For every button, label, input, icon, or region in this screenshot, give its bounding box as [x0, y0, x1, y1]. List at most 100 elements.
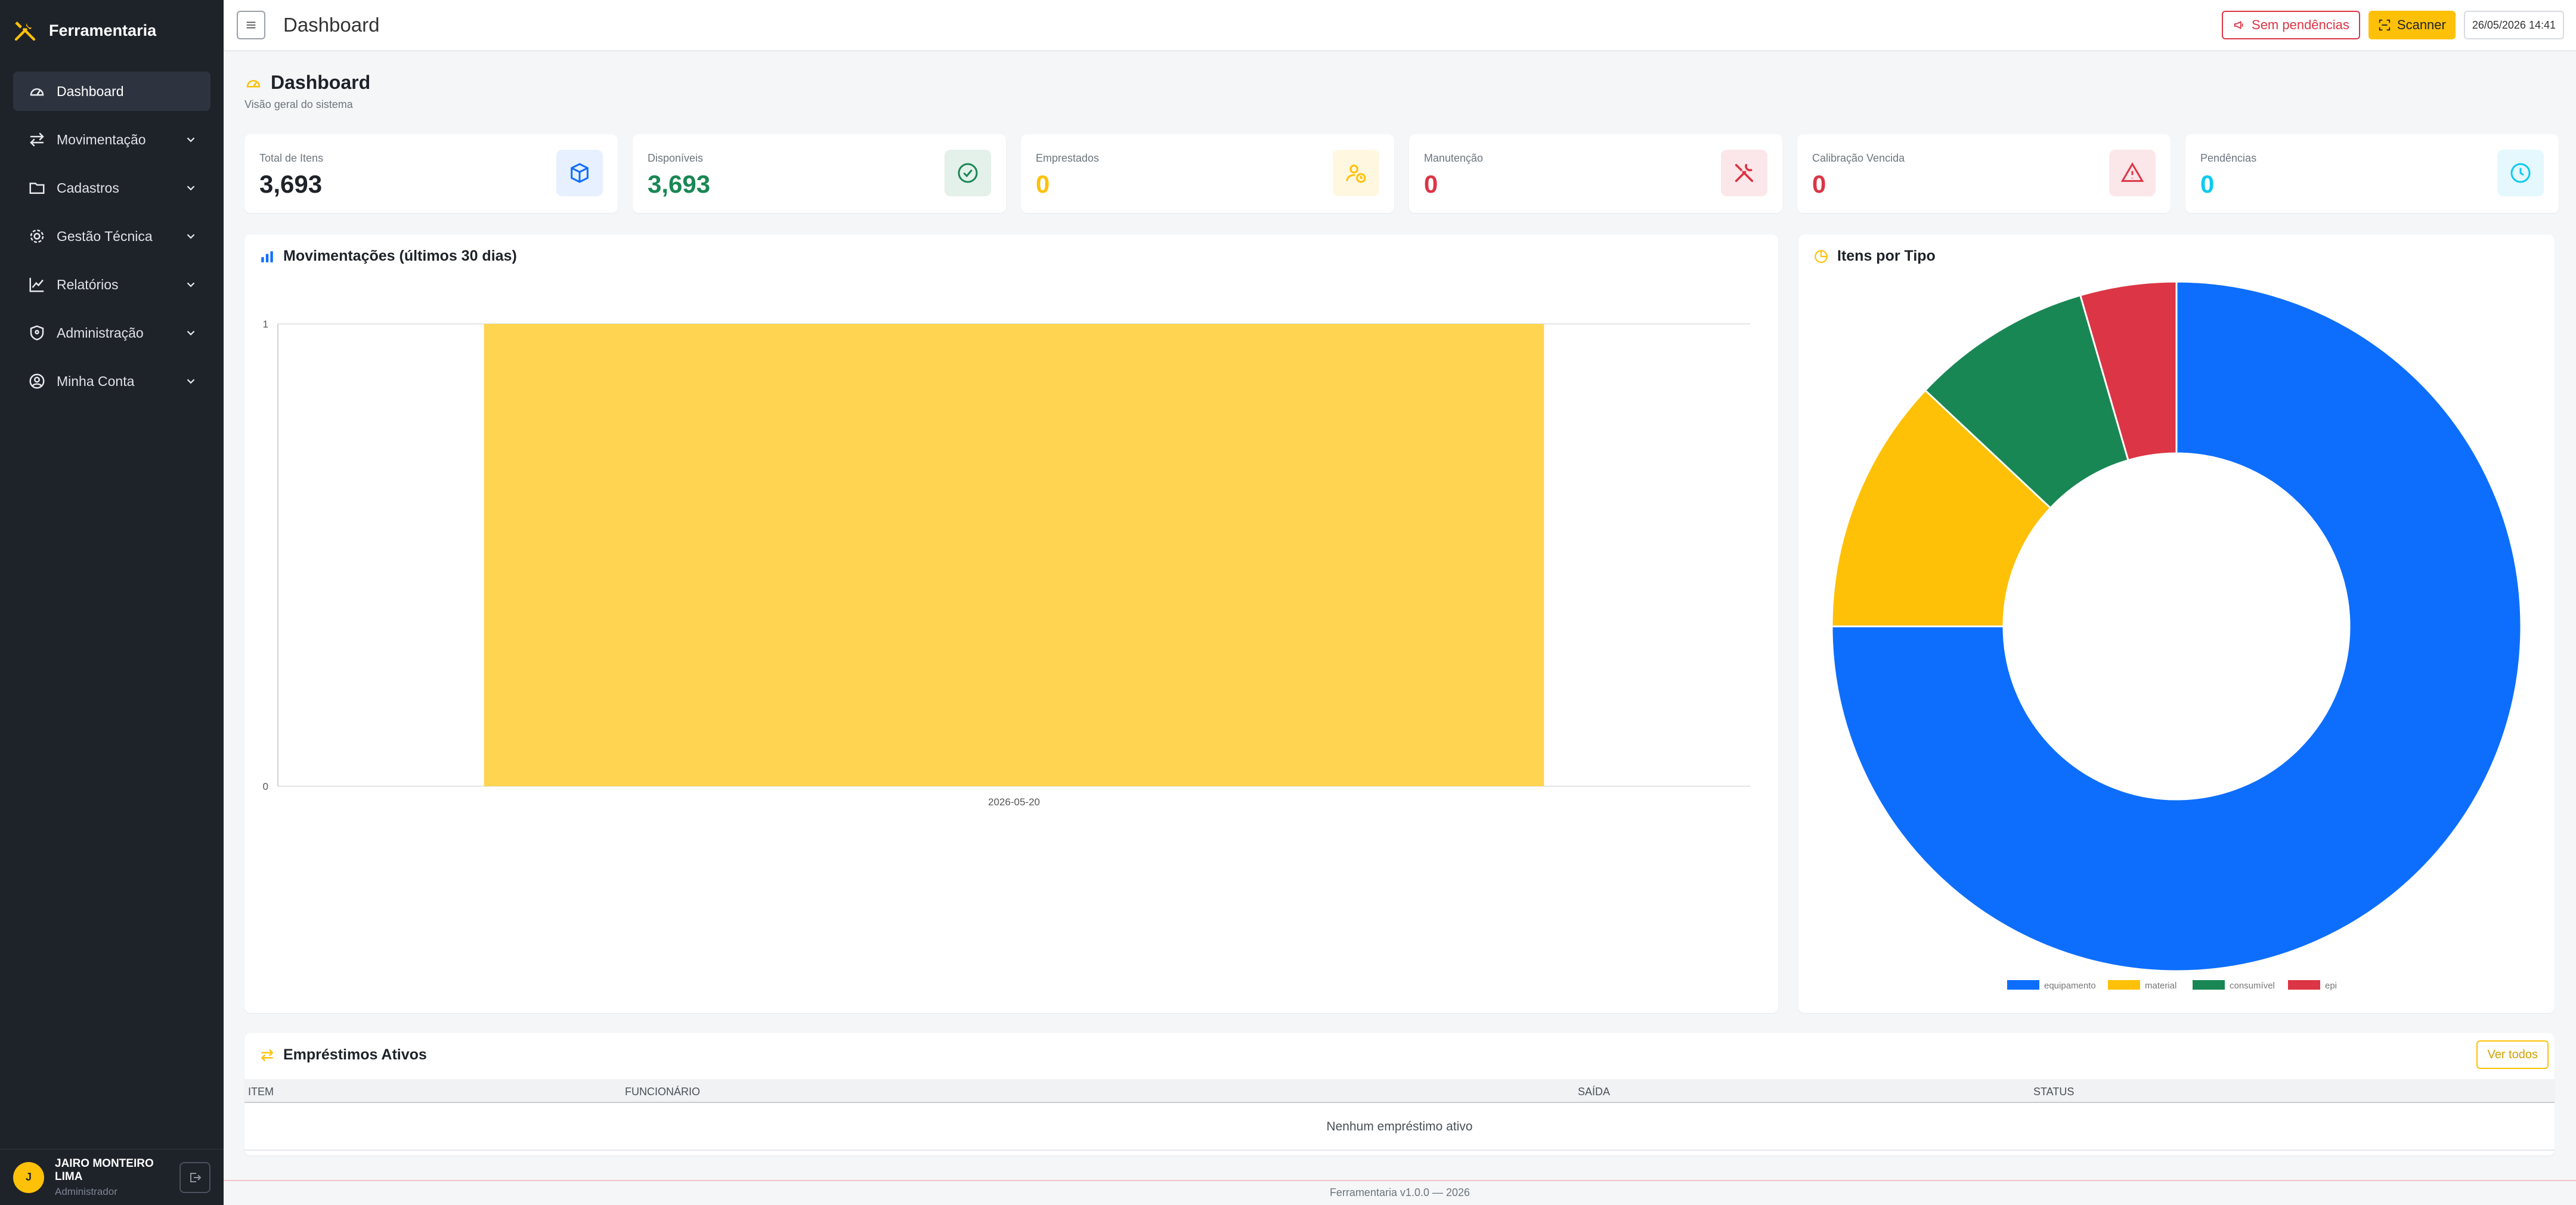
- stat-value: 3,693: [259, 170, 323, 198]
- stat-label: Manutenção: [1424, 152, 1484, 164]
- sidebar-item-administracao[interactable]: Administração: [13, 313, 210, 353]
- stat-card-calibracao[interactable]: Calibração Vencida 0: [1797, 134, 2171, 213]
- stat-value: 0: [1424, 170, 1438, 198]
- y-tick-label: 1: [263, 319, 268, 330]
- sidebar-item-label: Movimentação: [57, 131, 146, 147]
- stat-value: 0: [1036, 170, 1050, 198]
- logout-icon: [190, 1172, 202, 1182]
- stat-card-emprestados[interactable]: Emprestados 0: [1021, 134, 1394, 213]
- stat-label: Total de Itens: [259, 152, 324, 164]
- card-title: Empréstimos Ativos: [283, 1046, 427, 1063]
- sidebar-item-label: Cadastros: [57, 180, 119, 196]
- sidebar-item-label: Gestão Técnica: [57, 228, 153, 244]
- chevron-down-icon: [187, 282, 195, 288]
- page-title: Dashboard: [271, 72, 371, 93]
- chevron-down-icon: [187, 137, 195, 143]
- legend-swatch: [2007, 980, 2039, 990]
- stat-card-total[interactable]: Total de Itens 3,693: [244, 134, 618, 213]
- scanner-label: Scanner: [2397, 17, 2446, 32]
- topbar-title: Dashboard: [283, 14, 380, 36]
- legend-label: epi: [2325, 981, 2337, 991]
- column-header-saida[interactable]: SAÍDA: [1578, 1086, 1610, 1098]
- stat-value: 0: [2200, 170, 2215, 198]
- table-header: ITEM FUNCIONÁRIO SAÍDA STATUS: [244, 1079, 2555, 1103]
- sidebar-item-dashboard[interactable]: Dashboard: [13, 72, 210, 111]
- user-panel: J JAIRO MONTEIRO LIMA Administrador: [0, 1149, 224, 1205]
- stat-label: Pendências: [2200, 152, 2257, 164]
- legend-swatch: [2288, 980, 2320, 990]
- chevron-down-icon: [187, 186, 195, 191]
- tools-icon: [1721, 150, 1767, 196]
- warning-icon: [2109, 150, 2156, 196]
- bar: [484, 324, 1544, 786]
- bar-chart-icon: [261, 251, 273, 262]
- stat-card-pendencias[interactable]: Pendências 0: [2185, 134, 2559, 213]
- column-header-item[interactable]: ITEM: [248, 1086, 274, 1098]
- brand[interactable]: Ferramentaria: [0, 0, 224, 61]
- sidebar-item-relatorios[interactable]: Relatórios: [13, 265, 210, 304]
- stat-value: 3,693: [648, 170, 711, 198]
- sidebar-item-label: Administração: [57, 325, 144, 341]
- stat-label: Calibração Vencida: [1812, 152, 1905, 164]
- y-tick-label: 0: [263, 781, 268, 792]
- page-header: Dashboard Visão geral do sistema: [244, 72, 370, 111]
- chevron-down-icon: [187, 234, 195, 239]
- footer: Ferramentaria v1.0.0 — 2026: [224, 1180, 2576, 1205]
- legend-swatch: [2108, 980, 2140, 990]
- sidebar-item-label: Dashboard: [57, 83, 124, 99]
- column-header-status[interactable]: STATUS: [2033, 1086, 2074, 1098]
- gauge-icon: [246, 79, 261, 87]
- view-all-button[interactable]: Ver todos: [2476, 1040, 2549, 1069]
- legend-label: consumível: [2230, 981, 2275, 991]
- datetime-display: 26/05/2026 14:41: [2463, 11, 2564, 39]
- sidebar-item-label: Minha Conta: [57, 373, 135, 389]
- user-circle-icon: [29, 373, 45, 389]
- itens-por-tipo-chart: equipamento material consumível epi: [1831, 280, 2522, 991]
- line-chart-icon: [29, 277, 44, 292]
- page-subtitle: Visão geral do sistema: [244, 98, 353, 110]
- tools-icon: [14, 21, 36, 41]
- chevron-down-icon: [187, 330, 195, 336]
- legend-label: material: [2145, 981, 2176, 991]
- stat-card-disponiveis[interactable]: Disponíveis 3,693: [633, 134, 1006, 213]
- sidebar-item-minha-conta[interactable]: Minha Conta: [13, 362, 210, 401]
- logout-button[interactable]: [179, 1161, 210, 1193]
- topbar: Dashboard Sem pendências Scanner 26/05/2…: [224, 0, 2576, 51]
- x-tick-label: 2026-05-20: [988, 796, 1040, 808]
- user-role: Administrador: [55, 1185, 117, 1197]
- gauge-icon: [30, 88, 44, 96]
- column-header-funcionario[interactable]: FUNCIONÁRIO: [625, 1086, 700, 1098]
- megaphone-icon: [2234, 21, 2243, 29]
- scanner-button[interactable]: Scanner: [2368, 11, 2456, 39]
- folder-icon: [29, 183, 45, 194]
- hamburger-icon: [246, 21, 256, 29]
- sidebar-item-movimentacao[interactable]: Movimentação: [13, 120, 210, 159]
- box-icon: [556, 150, 603, 196]
- menu-toggle-button[interactable]: [237, 11, 265, 39]
- stat-card-manutencao[interactable]: Manutenção 0: [1409, 134, 1782, 213]
- brand-name: Ferramentaria: [49, 21, 157, 39]
- gear-icon: [30, 229, 44, 243]
- sidebar: Ferramentaria Dashboard Movimentação Cad…: [0, 0, 224, 1205]
- pending-label: Sem pendências: [2252, 17, 2349, 32]
- pending-button[interactable]: Sem pendências: [2222, 11, 2360, 39]
- user-clock-icon: [1333, 150, 1379, 196]
- sidebar-item-cadastros[interactable]: Cadastros: [13, 168, 210, 208]
- arrows-exchange-icon: [261, 1049, 274, 1061]
- stats-row: Total de Itens 3,693 Disponíveis 3,693 E…: [244, 134, 2559, 213]
- movimentacoes-chart: 0 1 2026-05-20: [263, 319, 1750, 808]
- empty-state: Nenhum empréstimo ativo: [244, 1103, 2555, 1151]
- sidebar-item-label: Relatórios: [57, 276, 119, 292]
- emprestimos-card: Empréstimos Ativos Ver todos ITEM FUNCIO…: [244, 1033, 2555, 1155]
- sidebar-item-gestao-tecnica[interactable]: Gestão Técnica: [13, 217, 210, 256]
- avatar[interactable]: J: [13, 1161, 44, 1193]
- stat-value: 0: [1812, 170, 1826, 198]
- shield-icon: [30, 325, 44, 341]
- user-name: JAIRO MONTEIRO LIMA: [55, 1157, 154, 1183]
- check-circle-icon: [945, 150, 991, 196]
- legend-swatch: [2193, 980, 2225, 990]
- stat-label: Disponíveis: [648, 152, 704, 164]
- sidebar-nav: Dashboard Movimentação Cadastros Gestão …: [0, 61, 224, 401]
- legend-label: equipamento: [2044, 981, 2096, 991]
- stat-label: Emprestados: [1036, 152, 1100, 164]
